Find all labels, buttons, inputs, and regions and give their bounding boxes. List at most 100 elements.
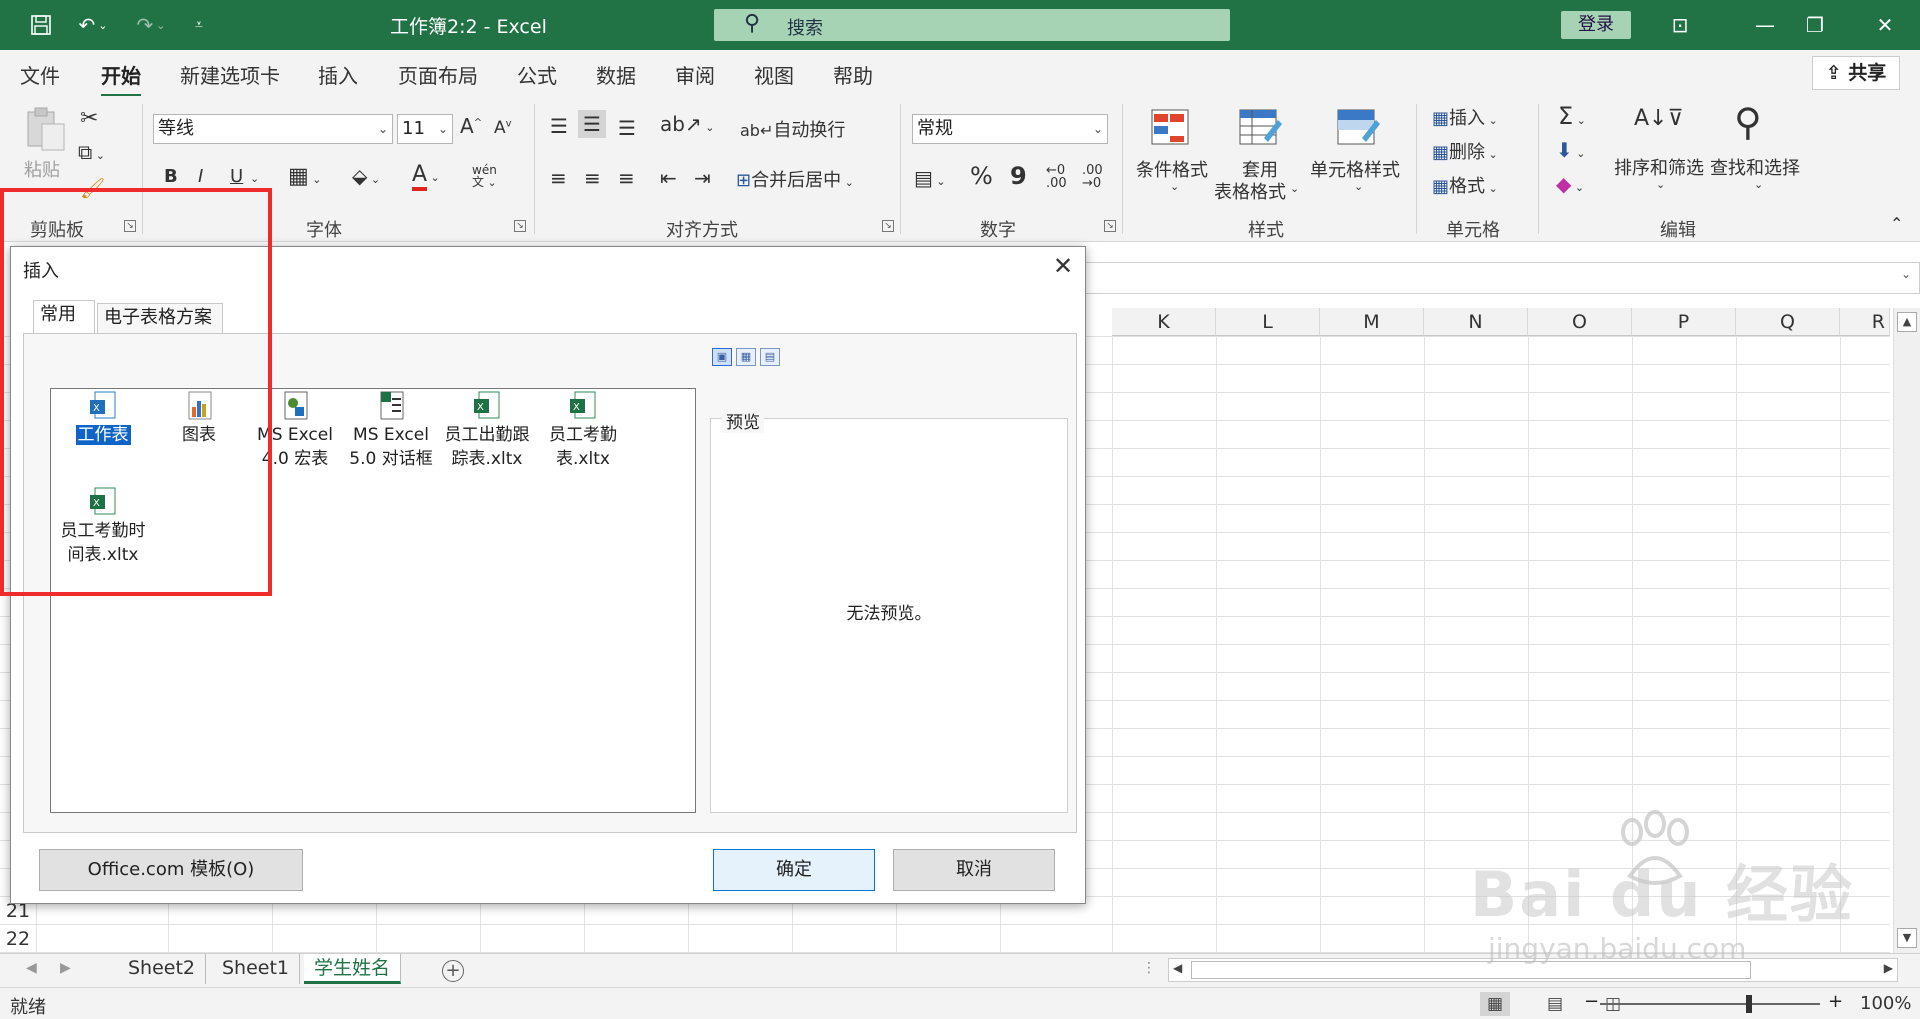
row-number[interactable]: 22 (0, 928, 36, 950)
template-item-attendance-tracking[interactable]: X 员工出勤跟 踪表.xltx (439, 391, 535, 471)
copy-icon[interactable]: ⧉ ⌄ (78, 140, 105, 164)
cell-styles-icon[interactable] (1336, 108, 1380, 148)
align-middle-icon[interactable]: ☰ (578, 110, 606, 138)
conditional-formatting-icon[interactable] (1150, 108, 1194, 148)
expand-formula-bar-icon[interactable]: ⌄ (1901, 267, 1911, 281)
search-input[interactable]: ⚲ 搜索 (714, 9, 1230, 41)
cut-icon[interactable]: ✂ (80, 106, 98, 131)
sort-filter-icon[interactable]: A↓⊽ (1634, 106, 1684, 131)
dialog-tab-common[interactable]: 常用 (33, 300, 95, 333)
close-window-icon[interactable]: ✕ (1865, 10, 1905, 40)
clipboard-launcher-icon[interactable]: ↘ (124, 220, 136, 232)
column-header[interactable]: N (1424, 308, 1528, 336)
horizontal-scroll-thumb[interactable] (1191, 961, 1751, 979)
underline-button[interactable]: U (230, 166, 243, 187)
column-header[interactable]: M (1320, 308, 1424, 336)
number-format-select[interactable]: 常规 ⌄ (912, 114, 1108, 144)
number-launcher-icon[interactable]: ↘ (1104, 220, 1116, 232)
percent-button[interactable]: % (970, 162, 993, 190)
large-icons-view-icon[interactable]: ▣ (712, 348, 732, 366)
format-as-table-dropdown-icon[interactable]: ⌄ (1290, 182, 1299, 195)
template-item-worksheet[interactable]: X 工作表 (55, 391, 151, 447)
save-icon[interactable] (24, 10, 58, 40)
font-color-icon[interactable]: A ⌄ (412, 162, 440, 191)
column-header[interactable]: O (1528, 308, 1632, 336)
zoom-slider[interactable] (1600, 995, 1820, 1013)
clear-icon[interactable]: ◆ ⌄ (1556, 172, 1584, 196)
decrease-font-icon[interactable]: Av (494, 118, 512, 138)
ok-button[interactable]: 确定 (713, 849, 875, 891)
accounting-format-icon[interactable]: ▤ ⌄ (914, 166, 946, 190)
align-center-icon[interactable]: ≡ (584, 166, 601, 190)
fill-color-icon[interactable]: ⬙ ⌄ (352, 164, 380, 188)
tab-data[interactable]: 数据 (596, 60, 636, 89)
autosum-icon[interactable]: Σ ⌄ (1558, 102, 1586, 130)
scroll-right-icon[interactable]: ▶ (1884, 961, 1893, 975)
tab-formulas[interactable]: 公式 (517, 60, 557, 89)
align-right-icon[interactable]: ≡ (618, 166, 635, 190)
column-header[interactable]: L (1216, 308, 1320, 336)
align-top-icon[interactable]: ☰ (550, 114, 568, 138)
template-item-attendance-time[interactable]: X 员工考勤时 间表.xltx (55, 487, 151, 567)
tab-insert[interactable]: 插入 (318, 60, 358, 89)
align-left-icon[interactable]: ≡ (550, 166, 567, 190)
scroll-up-icon[interactable]: ▲ (1897, 312, 1917, 332)
format-painter-icon[interactable]: 🖌 (80, 176, 105, 200)
template-item-attendance[interactable]: X 员工考勤 表.xltx (535, 391, 631, 471)
sort-filter-label[interactable]: 排序和筛选 (1614, 154, 1704, 180)
scroll-down-icon[interactable]: ▼ (1897, 928, 1917, 948)
phonetic-icon[interactable]: wén 文 ⌄ (472, 164, 497, 189)
find-select-dropdown-icon[interactable]: ⌄ (1754, 178, 1763, 191)
scroll-left-icon[interactable]: ◀ (1173, 961, 1182, 975)
increase-decimal-icon[interactable]: ←0.00 (1046, 164, 1067, 190)
sort-filter-dropdown-icon[interactable]: ⌄ (1656, 178, 1665, 191)
tab-page-layout[interactable]: 页面布局 (398, 60, 478, 89)
conditional-formatting-label[interactable]: 条件格式 (1136, 156, 1208, 182)
italic-button[interactable]: I (198, 166, 203, 187)
column-header[interactable]: P (1632, 308, 1736, 336)
paste-icon[interactable] (24, 106, 68, 151)
font-launcher-icon[interactable]: ↘ (514, 220, 526, 232)
formula-bar[interactable]: ⌄ (1085, 262, 1920, 294)
font-size-select[interactable]: 11 ⌄ (397, 114, 453, 144)
decrease-decimal-icon[interactable]: .00 →0 (1082, 164, 1103, 190)
collapse-ribbon-icon[interactable]: ⌃ (1890, 214, 1903, 233)
column-header[interactable]: R (1840, 308, 1890, 336)
zoom-in-icon[interactable]: + (1828, 991, 1843, 1012)
page-layout-view-icon[interactable]: ▤ (1540, 992, 1570, 1016)
customize-qat-icon[interactable]: ⩡ (186, 10, 212, 40)
fill-icon[interactable]: ⬇ ⌄ (1556, 138, 1585, 162)
restore-icon[interactable]: ❐ (1795, 10, 1835, 40)
add-sheet-button[interactable]: + (442, 960, 464, 982)
wrap-text-button[interactable]: ab↵自动换行 (740, 116, 845, 142)
template-item-macro-sheet[interactable]: MS Excel 4.0 宏表 (247, 391, 343, 471)
redo-icon[interactable]: ↷ ⌄ (128, 10, 174, 40)
dialog-close-icon[interactable]: ✕ (1047, 251, 1079, 281)
normal-view-icon[interactable]: ▦ (1480, 992, 1510, 1016)
login-button[interactable]: 登录 (1561, 11, 1631, 39)
delete-cells-button[interactable]: ▦删除 ⌄ (1432, 138, 1498, 164)
find-select-label[interactable]: 查找和选择 (1710, 154, 1800, 180)
decrease-indent-icon[interactable]: ⇤ (660, 166, 677, 190)
horizontal-scrollbar[interactable]: ◀ ▶ (1168, 958, 1898, 982)
format-cells-button[interactable]: ▦格式 ⌄ (1432, 172, 1498, 198)
alignment-launcher-icon[interactable]: ↘ (882, 220, 894, 232)
tab-help[interactable]: 帮助 (833, 60, 873, 89)
undo-icon[interactable]: ↶ ⌄ (70, 10, 116, 40)
zoom-out-icon[interactable]: − (1584, 991, 1599, 1012)
ribbon-display-options-icon[interactable]: ⊡ (1660, 10, 1700, 40)
increase-font-icon[interactable]: A^ (460, 114, 482, 138)
next-sheet-icon[interactable]: ▶ (60, 960, 71, 976)
dialog-tab-spreadsheet-solutions[interactable]: 电子表格方案 (97, 303, 223, 333)
increase-indent-icon[interactable]: ⇥ (694, 166, 711, 190)
comma-style-button[interactable]: 9 (1010, 162, 1027, 190)
zoom-slider-knob[interactable] (1746, 995, 1752, 1013)
column-header[interactable]: K (1112, 308, 1216, 336)
find-select-icon[interactable]: ⚲ (1734, 100, 1762, 144)
orientation-icon[interactable]: ab↗ ⌄ (660, 112, 714, 136)
format-as-table-label-2[interactable]: 表格格式 (1214, 178, 1286, 204)
minimize-icon[interactable]: — (1745, 10, 1785, 40)
merge-center-button[interactable]: ⊞合并后居中 ⌄ (736, 166, 854, 192)
insert-cells-button[interactable]: ▦插入 ⌄ (1432, 104, 1498, 130)
office-templates-button[interactable]: Office.com 模板(O) (39, 849, 303, 891)
